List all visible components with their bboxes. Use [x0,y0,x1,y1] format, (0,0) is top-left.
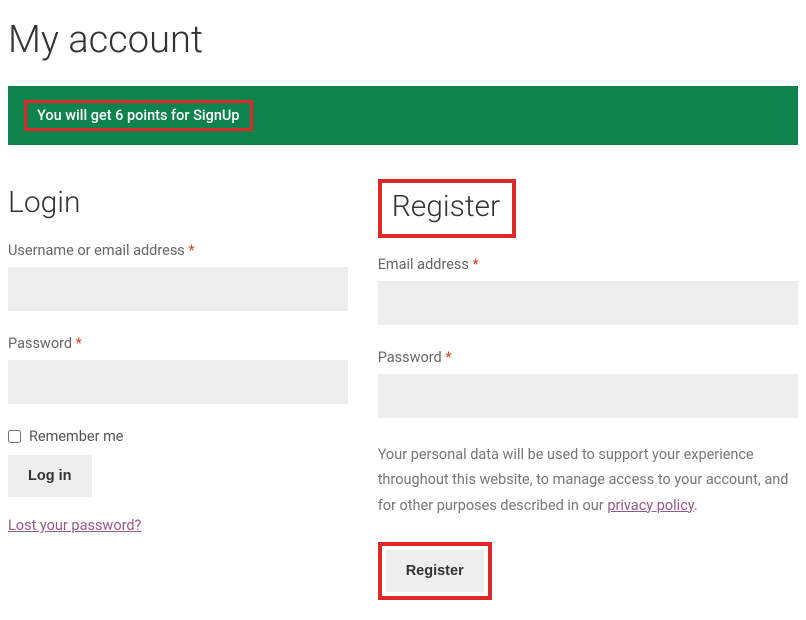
privacy-text-post: . [694,497,698,514]
login-password-label: Password * [8,335,348,352]
register-button-highlight: Register [378,542,492,600]
privacy-policy-text: Your personal data will be used to suppo… [378,442,798,518]
login-username-label: Username or email address * [8,242,348,259]
required-mark: * [76,335,82,352]
remember-me-label: Remember me [29,428,124,445]
register-email-label: Email address * [378,256,798,273]
register-password-label-text: Password [378,349,446,366]
login-heading: Login [8,185,81,220]
lost-password-link[interactable]: Lost your password? [8,517,141,534]
register-email-input[interactable] [378,281,798,325]
required-mark: * [445,349,451,366]
remember-me-row: Remember me [8,428,348,445]
login-column: Login Username or email address * Passwo… [8,185,348,600]
login-button[interactable]: Log in [8,455,92,497]
remember-me-checkbox[interactable] [8,430,21,443]
required-mark: * [188,242,194,259]
register-column: Register Email address * Password * Your… [378,185,798,600]
signup-points-notice-text: You will get 6 points for SignUp [24,100,253,131]
login-password-row: Password * [8,335,348,404]
page-title: My account [8,18,798,62]
login-username-label-text: Username or email address [8,242,188,259]
register-email-label-text: Email address [378,256,473,273]
required-mark: * [472,256,478,273]
account-columns: Login Username or email address * Passwo… [8,185,798,600]
register-heading: Register [392,189,500,224]
register-password-row: Password * [378,349,798,418]
register-email-row: Email address * [378,256,798,325]
login-password-label-text: Password [8,335,76,352]
login-password-input[interactable] [8,360,348,404]
login-username-input[interactable] [8,267,348,311]
register-heading-highlight: Register [378,179,516,238]
register-password-input[interactable] [378,374,798,418]
privacy-text-pre: Your personal data will be used to suppo… [378,446,789,514]
login-username-row: Username or email address * [8,242,348,311]
privacy-policy-link[interactable]: privacy policy [607,497,694,514]
signup-points-notice: You will get 6 points for SignUp [8,86,798,145]
register-password-label: Password * [378,349,798,366]
register-button[interactable]: Register [386,550,484,592]
